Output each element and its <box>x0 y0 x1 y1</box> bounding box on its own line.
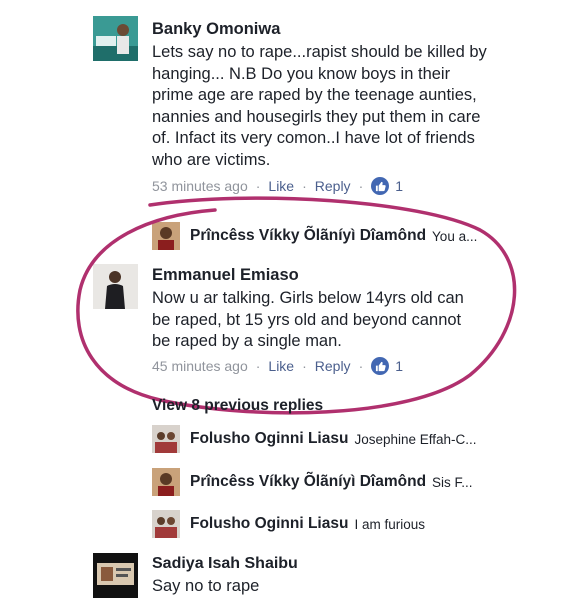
like-link[interactable]: Like <box>268 178 294 194</box>
reply-preview[interactable]: Folusho Oginni Liasu I am furious <box>152 510 425 538</box>
timestamp: 53 minutes ago <box>152 178 248 194</box>
thumbs-up-icon[interactable] <box>371 177 390 195</box>
reply-author[interactable]: Folusho Oginni Liasu <box>190 430 348 448</box>
comment-text: Say no to rape <box>152 577 260 595</box>
reply-snippet: Josephine Effah-C... <box>354 431 477 447</box>
reply-link[interactable]: Reply <box>315 358 351 374</box>
reply-preview[interactable]: Prîncêss Víkky Õlãníyì Dîamônd Sis F... <box>152 468 473 496</box>
reply-preview[interactable]: Folusho Oginni Liasu Josephine Effah-C..… <box>152 425 477 453</box>
avatar <box>152 468 180 496</box>
reply-author[interactable]: Prîncêss Víkky Õlãníyì Dîamônd <box>190 227 426 245</box>
reply-link[interactable]: Reply <box>315 178 351 194</box>
reply-snippet: I am furious <box>354 516 425 532</box>
comment-meta: 45 minutes ago · Like · Reply · 1 <box>152 357 404 375</box>
comment-text: Now u ar talking. Girls below 14yrs old … <box>152 289 464 350</box>
reaction-count: 1 <box>395 178 404 194</box>
reply-snippet: You a... <box>432 228 478 244</box>
view-previous-replies-link[interactable]: View 8 previous replies <box>152 397 323 415</box>
avatar <box>152 222 180 250</box>
reply-author[interactable]: Folusho Oginni Liasu <box>190 515 348 533</box>
comment-meta: 53 minutes ago · Like · Reply · 1 <box>152 177 404 195</box>
avatar <box>152 510 180 538</box>
comment-author[interactable]: Emmanuel Emiaso <box>152 266 299 285</box>
avatar[interactable] <box>93 553 138 598</box>
reply-snippet: Sis F... <box>432 474 473 490</box>
timestamp: 45 minutes ago <box>152 358 248 374</box>
comment-text: Lets say no to rape...rapist should be k… <box>152 43 487 169</box>
reaction-count: 1 <box>395 358 404 374</box>
avatar[interactable] <box>93 264 138 309</box>
thumbs-up-icon[interactable] <box>371 357 390 375</box>
avatar[interactable] <box>93 16 138 61</box>
avatar <box>152 425 180 453</box>
comment-author[interactable]: Banky Omoniwa <box>152 20 280 39</box>
like-link[interactable]: Like <box>268 358 294 374</box>
comment-author[interactable]: Sadiya Isah Shaibu <box>152 555 298 573</box>
reply-preview[interactable]: Prîncêss Víkky Õlãníyì Dîamônd You a... <box>152 222 477 250</box>
reply-author[interactable]: Prîncêss Víkky Õlãníyì Dîamônd <box>190 473 426 491</box>
